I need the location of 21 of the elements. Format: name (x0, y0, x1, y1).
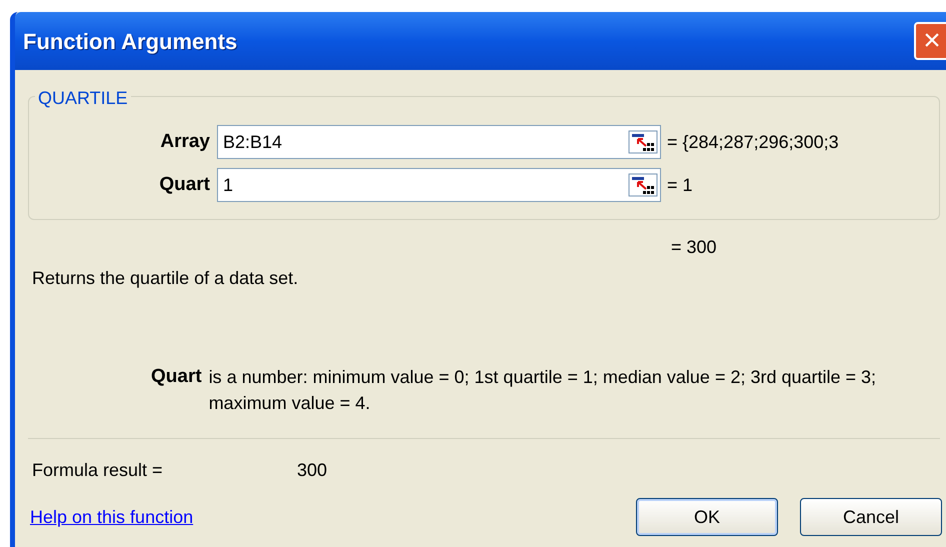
formula-result-value: 300 (297, 459, 328, 482)
argument-result: = 1 (666, 174, 693, 196)
argument-label: Quart (158, 172, 211, 197)
field-value: 1 (223, 174, 234, 196)
argument-field[interactable]: 1 (217, 168, 661, 202)
dialog-button[interactable]: OK (636, 498, 778, 536)
argument-help-text: is a number: minimum value = 0; 1st quartile = 1; median value = 2; 3rd quartile = 3; maximum value = 4. (208, 366, 878, 415)
argument-result: = {284;287;296;300;3 (666, 130, 839, 154)
field-value: B2:B14 (223, 130, 282, 154)
formula-result-label: Formula result = (32, 459, 164, 482)
argument-label: Array (159, 130, 211, 154)
window-title: Function Arguments (23, 28, 238, 56)
function-result: = 300 (671, 236, 718, 259)
collapse-dialog-icon (628, 173, 658, 197)
collapse-dialog-icon (628, 130, 658, 154)
dialog-button[interactable]: Cancel (800, 498, 942, 536)
help-link[interactable]: Help on this function (30, 504, 194, 530)
function-description: Returns the quartile of a data set. (32, 267, 300, 290)
argument-field[interactable]: B2:B14 (217, 125, 661, 159)
close-button[interactable]: × (914, 22, 946, 60)
argument-help-label: Quart (151, 365, 203, 389)
